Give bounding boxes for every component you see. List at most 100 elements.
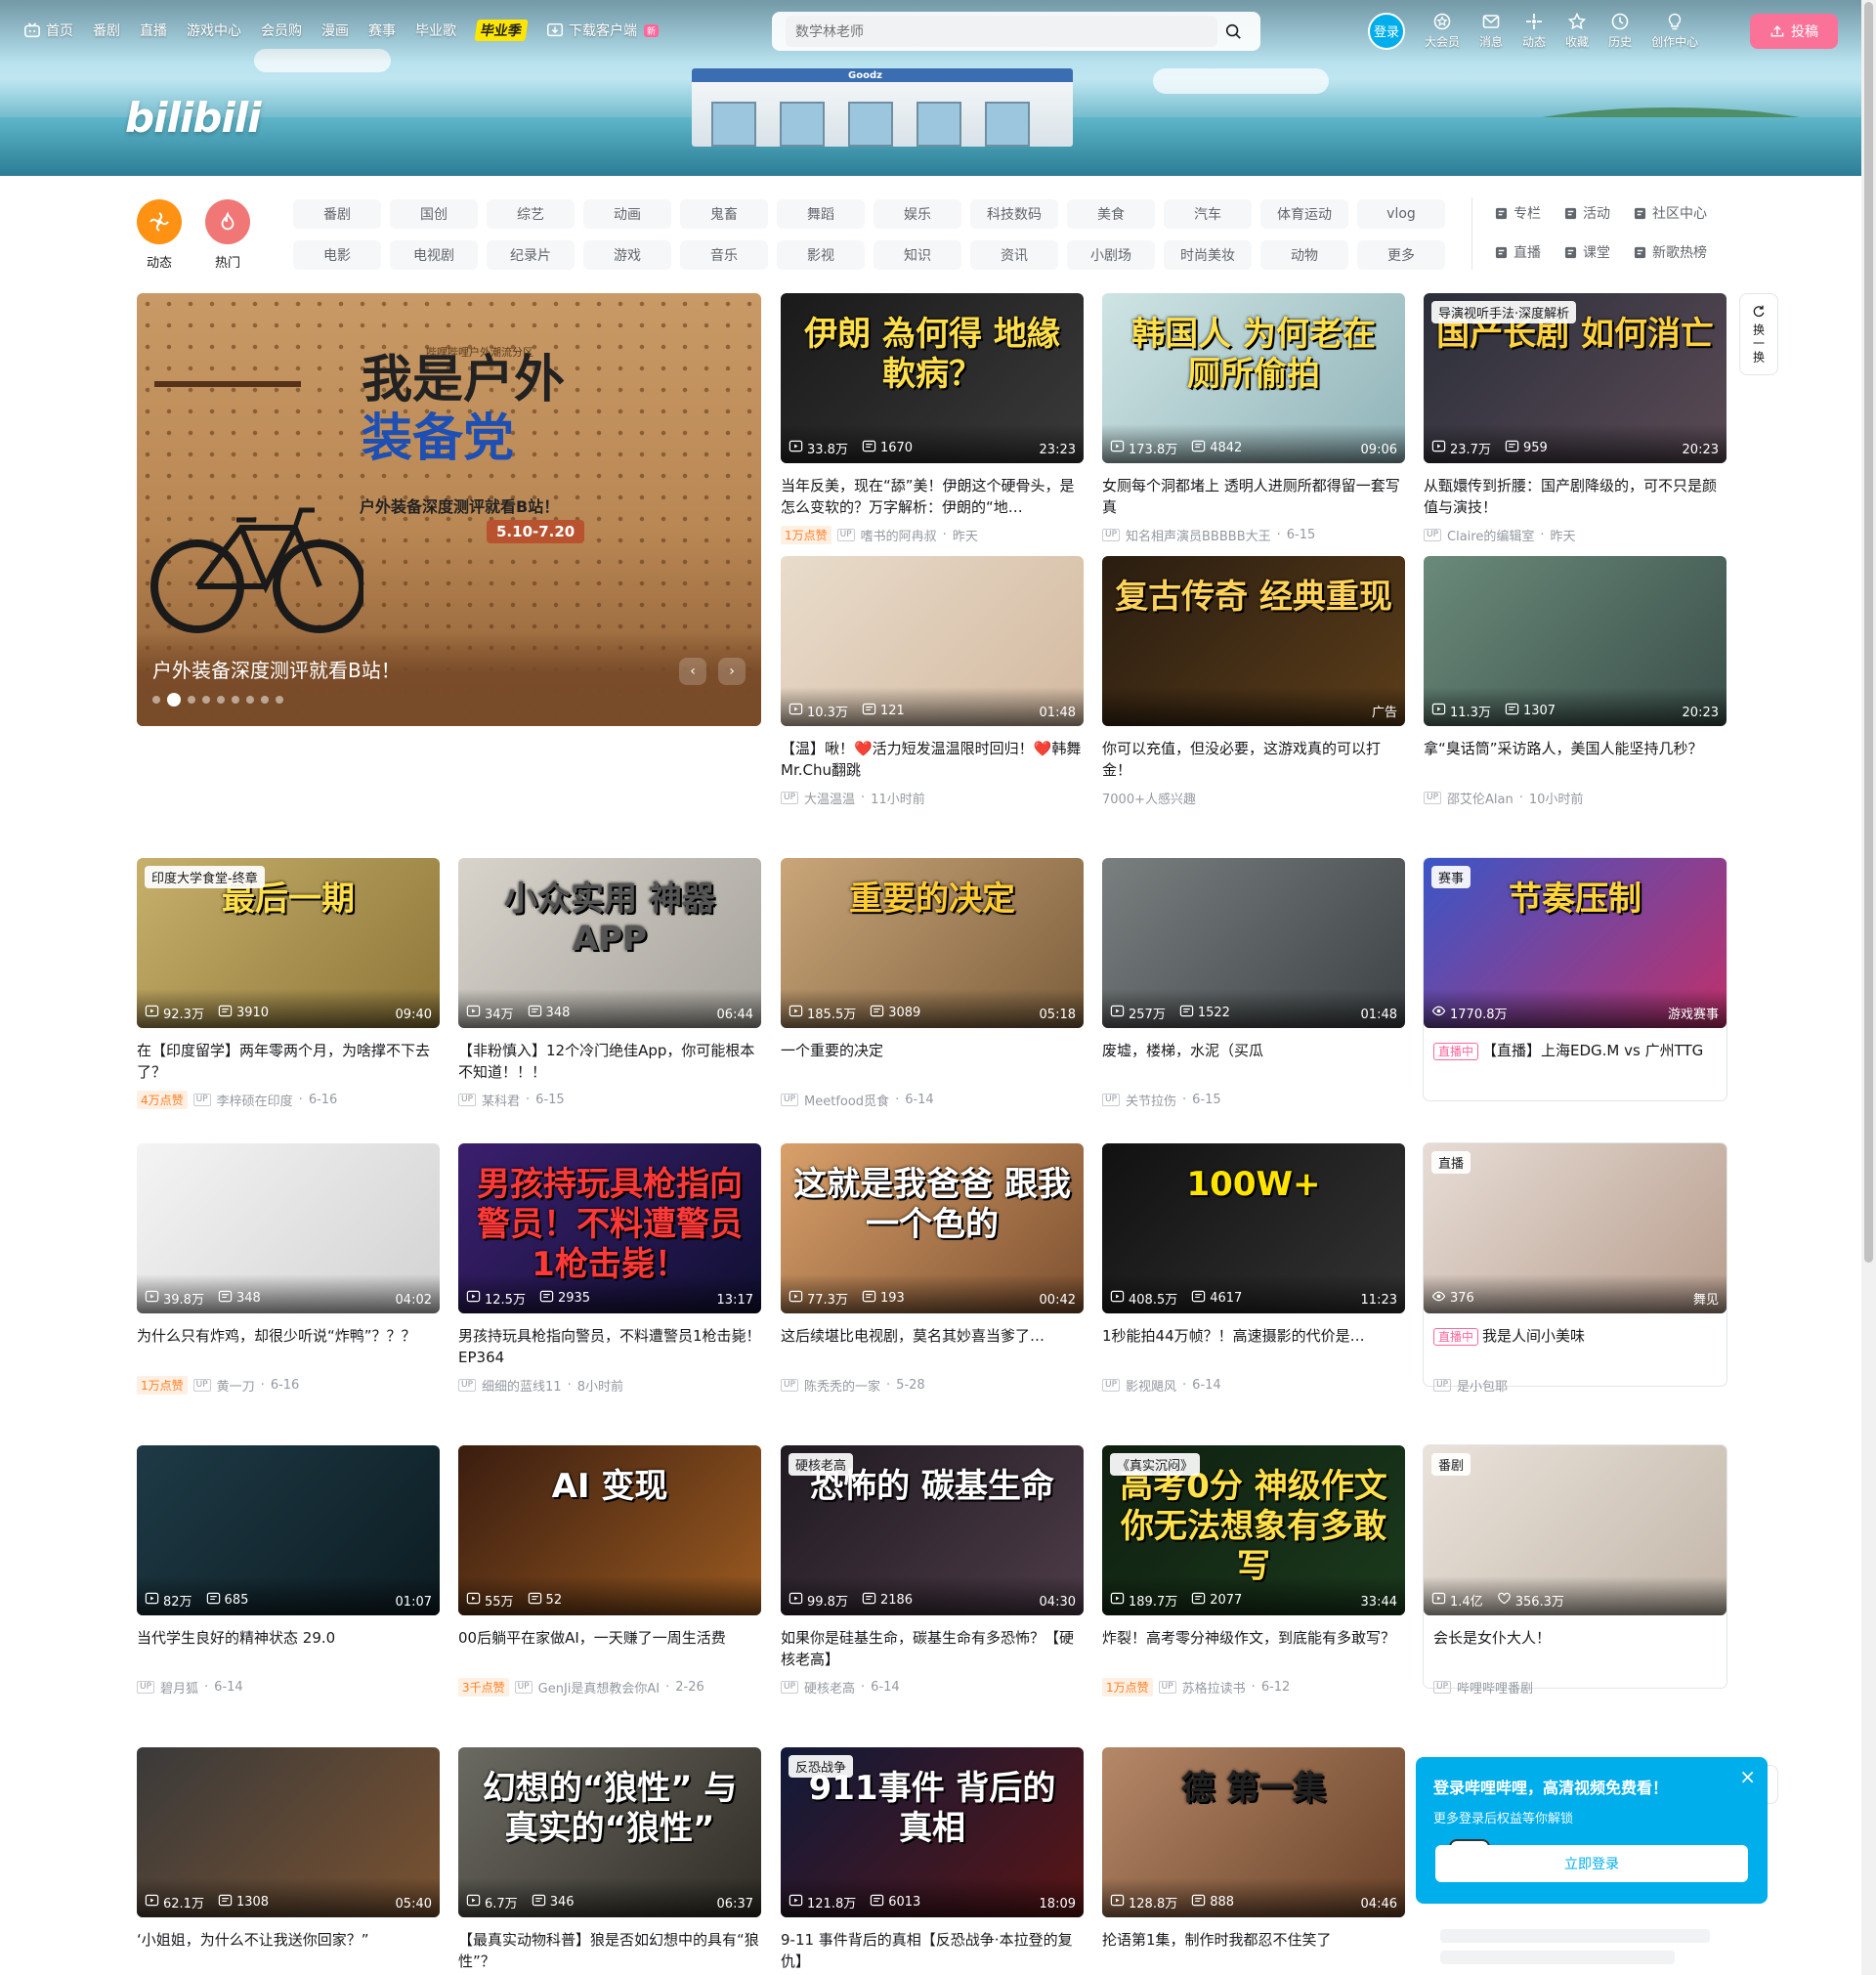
video-card[interactable]: 62.1万 1308 05:40 ‘小姐姐，为什么不让我送你回家？” <box>137 1747 440 1975</box>
channel-pill[interactable]: 国创 <box>390 199 478 229</box>
video-author[interactable]: 细细的蓝线11 <box>482 1376 562 1395</box>
video-thumbnail[interactable]: 复古传奇 经典重现 广告 <box>1102 556 1405 726</box>
video-author[interactable]: 哔哩哔哩番剧 <box>1457 1678 1533 1696</box>
video-author[interactable]: 苏格拉读书 <box>1182 1678 1246 1696</box>
video-author[interactable]: 黄一刀 <box>217 1376 255 1395</box>
video-thumbnail[interactable]: 节奏压制 赛事 1770.8万 游戏赛事 <box>1424 858 1727 1028</box>
video-title[interactable]: 废墟，楼梯，水泥（买瓜 <box>1102 1040 1405 1083</box>
video-thumbnail[interactable]: 82万 685 01:07 <box>137 1445 440 1615</box>
video-thumbnail[interactable]: 幻想的“狼性” 与 真实的“狼性” 6.7万 346 06:37 <box>458 1747 761 1917</box>
channel-pill[interactable]: 科技数码 <box>970 199 1058 229</box>
nav-dynamic[interactable]: 动态 <box>1522 12 1546 50</box>
carousel-dot[interactable] <box>261 696 269 704</box>
channel-pill[interactable]: 音乐 <box>680 240 768 270</box>
carousel-dot-active[interactable] <box>167 693 181 707</box>
video-card[interactable]: 重要的决定 185.5万 3089 05:18 一个重要的决定 UP Meetfood觅食 ·… <box>781 858 1084 1109</box>
channel-pill[interactable]: 电视剧 <box>390 240 478 270</box>
channel-dynamic[interactable]: 动态 <box>137 199 182 271</box>
video-card[interactable]: 257万 1522 01:48 废墟，楼梯，水泥（买瓜 UP 关节拉伤 · 6-15 <box>1102 858 1405 1109</box>
bilibili-logo[interactable]: bilibili <box>125 94 262 142</box>
video-card[interactable]: 韩国人 为何老在 厕所偷拍 173.8万 4842 09:06 女厕每个洞都堵上 透明人… <box>1102 293 1405 544</box>
nav-esports[interactable]: 赛事 <box>368 21 396 40</box>
channel-pill[interactable]: 动物 <box>1260 240 1348 270</box>
nav-creator-center[interactable]: 创作中心 <box>1651 12 1698 50</box>
video-author[interactable]: 陈秃秃的一家 <box>804 1376 880 1395</box>
video-title[interactable]: 直播中 我是人间小美味 <box>1424 1325 1727 1368</box>
login-now-button[interactable]: 立即登录 <box>1435 1845 1748 1882</box>
channel-pill[interactable]: 番剧 <box>293 199 381 229</box>
video-title[interactable]: 炸裂！高考零分神级作文，到底能有多敢写？ <box>1102 1627 1405 1670</box>
nav-bangumi[interactable]: 番剧 <box>93 21 120 40</box>
video-author[interactable]: 某科君 <box>482 1091 520 1109</box>
channel-pill[interactable]: 舞蹈 <box>777 199 865 229</box>
video-card[interactable]: 小众实用 神器APP 34万 348 06:44 【非粉慎入】12个冷门绝佳App，你可… <box>458 858 761 1109</box>
video-author[interactable]: 影视飓风 <box>1126 1376 1176 1395</box>
video-title[interactable]: 1秒能拍44万帧？！高速摄影的代价是… <box>1102 1325 1405 1368</box>
channel-hot[interactable]: 热门 <box>205 199 250 271</box>
nav-home[interactable]: 首页 <box>23 21 73 40</box>
video-thumbnail[interactable]: 100W+ 408.5万 4617 11:23 <box>1102 1143 1405 1313</box>
carousel-dot[interactable] <box>188 696 195 704</box>
video-thumbnail[interactable]: 最后一期 印度大学食堂-终章 92.3万 3910 09:40 <box>137 858 440 1028</box>
side-link[interactable]: 活动 <box>1564 203 1610 223</box>
video-thumbnail[interactable]: 恐怖的 碳基生命 硬核老高 99.8万 2186 04:30 <box>781 1445 1084 1615</box>
video-title[interactable]: 从甄嬛传到折腰：国产剧降级的，可不只是颜值与演技！ <box>1424 475 1727 518</box>
video-author[interactable]: 关节拉伤 <box>1126 1091 1176 1109</box>
video-thumbnail[interactable]: 番剧 1.4亿 356.3万 <box>1424 1445 1727 1615</box>
video-thumbnail[interactable]: 德 第一集 128.8万 888 04:46 <box>1102 1747 1405 1917</box>
video-thumbnail[interactable]: 10.3万 121 01:48 <box>781 556 1084 726</box>
side-link[interactable]: 专栏 <box>1495 203 1541 223</box>
side-link[interactable]: 课堂 <box>1564 242 1610 262</box>
side-link[interactable]: 直播 <box>1495 242 1541 262</box>
video-title[interactable]: 【最真实动物科普】狼是否如幻想中的具有“狼性”？ <box>458 1929 761 1972</box>
video-title[interactable]: 你可以充值，但没必要，这游戏真的可以打金！ <box>1102 738 1405 781</box>
nav-favorites[interactable]: 收藏 <box>1565 12 1589 50</box>
video-title[interactable]: 男孩持玩具枪指向警员，不料遭警员1枪击毙！EP364 <box>458 1325 761 1368</box>
video-title[interactable]: 这后续堪比电视剧，莫名其妙喜当爹了… <box>781 1325 1084 1368</box>
carousel-dot[interactable] <box>232 696 239 704</box>
video-card[interactable]: 最后一期 印度大学食堂-终章 92.3万 3910 09:40 在【印度留学】两年零两个月… <box>137 858 440 1109</box>
video-title[interactable]: 女厕每个洞都堵上 透明人进厕所都得留一套写真 <box>1102 475 1405 518</box>
video-thumbnail[interactable]: 257万 1522 01:48 <box>1102 858 1405 1028</box>
video-author[interactable]: 碧月狐 <box>160 1678 198 1696</box>
video-author[interactable]: 知名相声演员BBBBB大王 <box>1126 526 1271 544</box>
side-link[interactable]: 新歌热榜 <box>1634 242 1707 262</box>
channel-pill[interactable]: 汽车 <box>1164 199 1252 229</box>
video-card[interactable]: 100W+ 408.5万 4617 11:23 1秒能拍44万帧？！高速摄影的代价是… U… <box>1102 1143 1405 1395</box>
video-card[interactable]: 番剧 1.4亿 356.3万 会长是女仆大人！ UP 哔哩哔哩番剧 <box>1424 1445 1727 1696</box>
video-card[interactable]: 39.8万 348 04:02 为什么只有炸鸡，却很少听说“炸鸭”？？？ 1万点赞 UP 黄… <box>137 1143 440 1395</box>
carousel-dot[interactable] <box>246 696 254 704</box>
video-title[interactable]: ‘小姐姐，为什么不让我送你回家？” <box>137 1929 440 1972</box>
video-card[interactable]: 德 第一集 128.8万 888 04:46 抡语第1集，制作时我都忍不住笑了 <box>1102 1747 1405 1975</box>
channel-pill[interactable]: 美食 <box>1067 199 1155 229</box>
refresh-button[interactable]: 换一换 <box>1739 293 1778 375</box>
nav-download-client[interactable]: 下载客户端 新 <box>546 21 660 40</box>
carousel-dot[interactable] <box>217 696 225 704</box>
nav-mall[interactable]: 会员购 <box>261 21 302 40</box>
video-thumbnail[interactable]: 11.3万 1307 20:23 <box>1424 556 1727 726</box>
video-title[interactable]: 为什么只有炸鸡，却很少听说“炸鸭”？？？ <box>137 1325 440 1368</box>
video-author[interactable]: Meetfood觅食 <box>804 1091 889 1109</box>
video-card[interactable]: 男孩持玩具枪指向警员！不料遭警员1枪击毙！ 12.5万 2935 13:17 男孩持玩具… <box>458 1143 761 1395</box>
nav-game-center[interactable]: 游戏中心 <box>187 21 241 40</box>
video-card[interactable]: 10.3万 121 01:48 【温】啾！❤️活力短发温温限时回归！❤️韩舞Mr.Ch… <box>781 556 1084 807</box>
channel-pill[interactable]: 鬼畜 <box>680 199 768 229</box>
video-card[interactable]: 国产长剧 如何消亡 导演视听手法·深度解析 23.7万 959 20:23 从甄嬛传到折腰… <box>1424 293 1727 544</box>
scrollbar-thumb[interactable] <box>1864 2 1873 1263</box>
upload-button[interactable]: 投稿 <box>1750 14 1838 49</box>
channel-pill[interactable]: 综艺 <box>487 199 575 229</box>
video-thumbnail[interactable]: 男孩持玩具枪指向警员！不料遭警员1枪击毙！ 12.5万 2935 13:17 <box>458 1143 761 1313</box>
video-title[interactable]: 当代学生良好的精神状态 29.0 <box>137 1627 440 1670</box>
nav-graduation-season[interactable]: 毕业季 <box>474 20 529 41</box>
video-thumbnail[interactable]: 韩国人 为何老在 厕所偷拍 173.8万 4842 09:06 <box>1102 293 1405 463</box>
channel-pill[interactable]: 电影 <box>293 240 381 270</box>
video-title[interactable]: 会长是女仆大人！ <box>1424 1627 1727 1670</box>
carousel-dot[interactable] <box>276 696 283 704</box>
video-author[interactable]: GenJi是真想教会你AI <box>538 1678 660 1696</box>
banner-carousel[interactable]: 哔哩哔哩户外潮流分区 我是户外 装备党 户外装备深度测评就看B站！ 5.10-7… <box>137 293 761 726</box>
channel-pill[interactable]: 游戏 <box>583 240 671 270</box>
nav-graduation-song[interactable]: 毕业歌 <box>415 21 456 40</box>
video-thumbnail[interactable]: 直播 376 舞见 <box>1424 1143 1727 1313</box>
video-thumbnail[interactable]: 39.8万 348 04:02 <box>137 1143 440 1313</box>
channel-pill[interactable]: 娱乐 <box>874 199 961 229</box>
